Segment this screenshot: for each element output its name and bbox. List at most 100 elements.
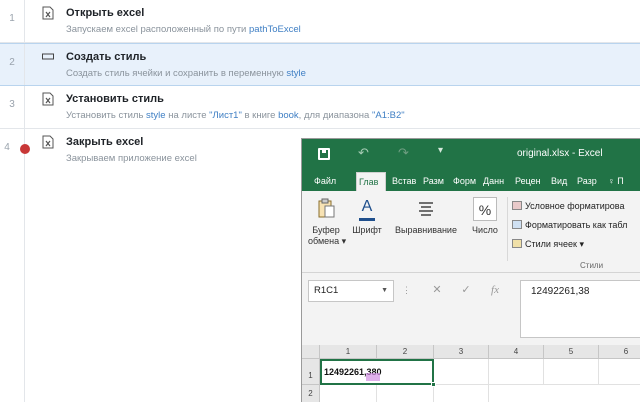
clipboard-label: Буфер bbox=[312, 225, 340, 235]
percent-icon: % bbox=[473, 197, 497, 221]
step-row-selected[interactable]: 2 Создать стиль Создать стиль ячейки и с… bbox=[0, 43, 640, 86]
conditional-formatting-button[interactable]: Условное форматирова bbox=[512, 201, 625, 211]
styles-group-label: Стили bbox=[580, 261, 604, 270]
breakpoint-dot[interactable] bbox=[20, 144, 30, 154]
save-icon[interactable] bbox=[318, 148, 330, 160]
step-description: Закрываем приложение excel bbox=[66, 153, 197, 164]
tab-review[interactable]: Рецен bbox=[515, 172, 545, 191]
window-title: original.xlsx - Excel bbox=[517, 148, 603, 159]
description-text: Создать стиль ячейки и сохранить в перем… bbox=[66, 68, 287, 79]
formula-input[interactable]: 12492261,38 bbox=[520, 280, 640, 338]
step-description: Установить стиль style на листе "Лист1" … bbox=[66, 110, 405, 121]
tab-developer[interactable]: Разр bbox=[577, 172, 601, 191]
redo-icon[interactable]: ↷ bbox=[398, 145, 409, 161]
excel-file-icon bbox=[42, 92, 54, 106]
format-as-table-button[interactable]: Форматировать как табл bbox=[512, 220, 627, 230]
variable-reference: "A1:B2" bbox=[371, 110, 405, 121]
clipboard-group[interactable]: Буфер обмена ▾ bbox=[308, 197, 347, 247]
selected-cell-r1c1[interactable]: 12492261,380 bbox=[320, 359, 436, 387]
tab-view[interactable]: Вид bbox=[551, 172, 571, 191]
enter-icon[interactable]: ✓ bbox=[457, 281, 475, 299]
step-number: 1 bbox=[9, 13, 15, 24]
group-separator bbox=[507, 197, 508, 261]
cancel-icon[interactable]: ✕ bbox=[428, 281, 446, 299]
gutter-line bbox=[24, 172, 25, 402]
rectangle-icon bbox=[42, 53, 54, 60]
tab-formulas[interactable]: Форм bbox=[453, 172, 478, 191]
step-description: Запускаем excel расположенный по пути pa… bbox=[66, 24, 301, 35]
font-icon: A bbox=[359, 197, 375, 221]
alignment-icon bbox=[414, 197, 438, 221]
tab-data[interactable]: Данн bbox=[483, 172, 509, 191]
grid-cell[interactable] bbox=[489, 359, 544, 385]
column-header[interactable]: 2 bbox=[377, 345, 434, 359]
cell-styles-label: Стили ячеек ▾ bbox=[525, 239, 584, 249]
clipboard-label-2: обмена ▾ bbox=[308, 236, 347, 246]
ribbon-tabs: Файл Глав Встав Разм Форм Данн Рецен Вид… bbox=[302, 169, 640, 191]
conditional-formatting-icon bbox=[512, 201, 522, 210]
excel-file-icon bbox=[42, 6, 54, 20]
grid-cell[interactable] bbox=[377, 385, 434, 402]
grid-cell[interactable] bbox=[434, 385, 489, 402]
number-group[interactable]: % Число bbox=[468, 197, 502, 236]
undo-icon[interactable]: ↶ bbox=[358, 145, 369, 161]
grid-cell[interactable] bbox=[320, 385, 377, 402]
variable-reference: style bbox=[286, 68, 306, 79]
cell-styles-icon bbox=[512, 239, 522, 248]
description-text: в книге bbox=[241, 110, 279, 121]
column-header[interactable]: 1 bbox=[320, 345, 377, 359]
cell-styles-button[interactable]: Стили ячеек ▾ bbox=[512, 239, 584, 250]
description-text: Установить стиль bbox=[66, 110, 147, 121]
tab-home[interactable]: Глав bbox=[356, 172, 386, 191]
name-box-value: R1C1 bbox=[314, 285, 339, 296]
description-text: Запускаем excel расположенный по пути bbox=[66, 24, 250, 35]
tab-insert[interactable]: Встав bbox=[392, 172, 418, 191]
conditional-formatting-label: Условное форматирова bbox=[525, 201, 625, 211]
tab-file[interactable]: Файл bbox=[314, 172, 344, 191]
customize-toolbar-icon[interactable]: ▾ bbox=[438, 145, 443, 156]
alignment-group[interactable]: Выравнивание bbox=[392, 197, 460, 236]
column-header[interactable]: 6 bbox=[599, 345, 640, 359]
insert-function-icon[interactable]: fx bbox=[486, 281, 504, 299]
description-text: Закрываем приложение excel bbox=[66, 153, 197, 164]
step-description: Создать стиль ячейки и сохранить в перем… bbox=[66, 68, 306, 79]
number-label: Число bbox=[472, 225, 498, 235]
spreadsheet-grid[interactable]: 1 2 3 4 5 6 1 2 12492261,380 bbox=[302, 345, 640, 402]
excel-file-icon bbox=[42, 135, 54, 149]
tab-tell-me[interactable]: ♀ П bbox=[608, 172, 638, 191]
step-number: 3 bbox=[9, 99, 15, 110]
fill-handle[interactable] bbox=[431, 382, 436, 387]
row-header[interactable]: 1 bbox=[302, 359, 320, 385]
grid-cell[interactable] bbox=[434, 359, 489, 385]
description-text: на листе bbox=[165, 110, 210, 121]
step-title: Закрыть excel bbox=[66, 136, 144, 148]
gutter-line bbox=[24, 44, 25, 85]
ribbon-home: Буфер обмена ▾ A Шрифт Выравнивание % Чи… bbox=[302, 191, 640, 273]
grid-cell[interactable] bbox=[544, 359, 599, 385]
variable-reference: "Лист1" bbox=[209, 110, 242, 121]
step-row[interactable]: 3 Установить стиль Установить стиль styl… bbox=[0, 86, 640, 129]
font-group[interactable]: A Шрифт bbox=[350, 197, 384, 236]
format-as-table-label: Форматировать как табл bbox=[525, 220, 628, 230]
row-header[interactable]: 2 bbox=[302, 385, 320, 402]
column-header[interactable]: 3 bbox=[434, 345, 489, 359]
step-row[interactable]: 1 Открыть excel Запускаем excel располож… bbox=[0, 0, 640, 43]
text-cursor-highlight bbox=[366, 373, 380, 381]
step-title: Установить стиль bbox=[66, 93, 164, 105]
column-header[interactable]: 4 bbox=[489, 345, 544, 359]
variable-reference: pathToExcel bbox=[249, 24, 301, 35]
grid-cell[interactable] bbox=[599, 359, 640, 385]
clipboard-icon bbox=[314, 197, 338, 221]
app-root: 1 Открыть excel Запускаем excel располож… bbox=[0, 0, 640, 402]
excel-window[interactable]: ↶ ↷ ▾ original.xlsx - Excel Файл Глав Вс… bbox=[301, 138, 640, 402]
chevron-down-icon[interactable]: ▼ bbox=[381, 281, 388, 301]
tab-page-layout[interactable]: Разм bbox=[423, 172, 448, 191]
variable-reference: style bbox=[146, 110, 166, 121]
formula-bar-grip-icon[interactable]: ⋮ bbox=[402, 285, 411, 296]
step-title: Открыть excel bbox=[66, 7, 145, 19]
column-header[interactable]: 5 bbox=[544, 345, 599, 359]
name-box[interactable]: R1C1 ▼ bbox=[308, 280, 394, 302]
font-label: Шрифт bbox=[352, 225, 382, 235]
select-all-corner[interactable] bbox=[302, 345, 320, 359]
excel-titlebar[interactable]: ↶ ↷ ▾ original.xlsx - Excel bbox=[302, 139, 640, 169]
